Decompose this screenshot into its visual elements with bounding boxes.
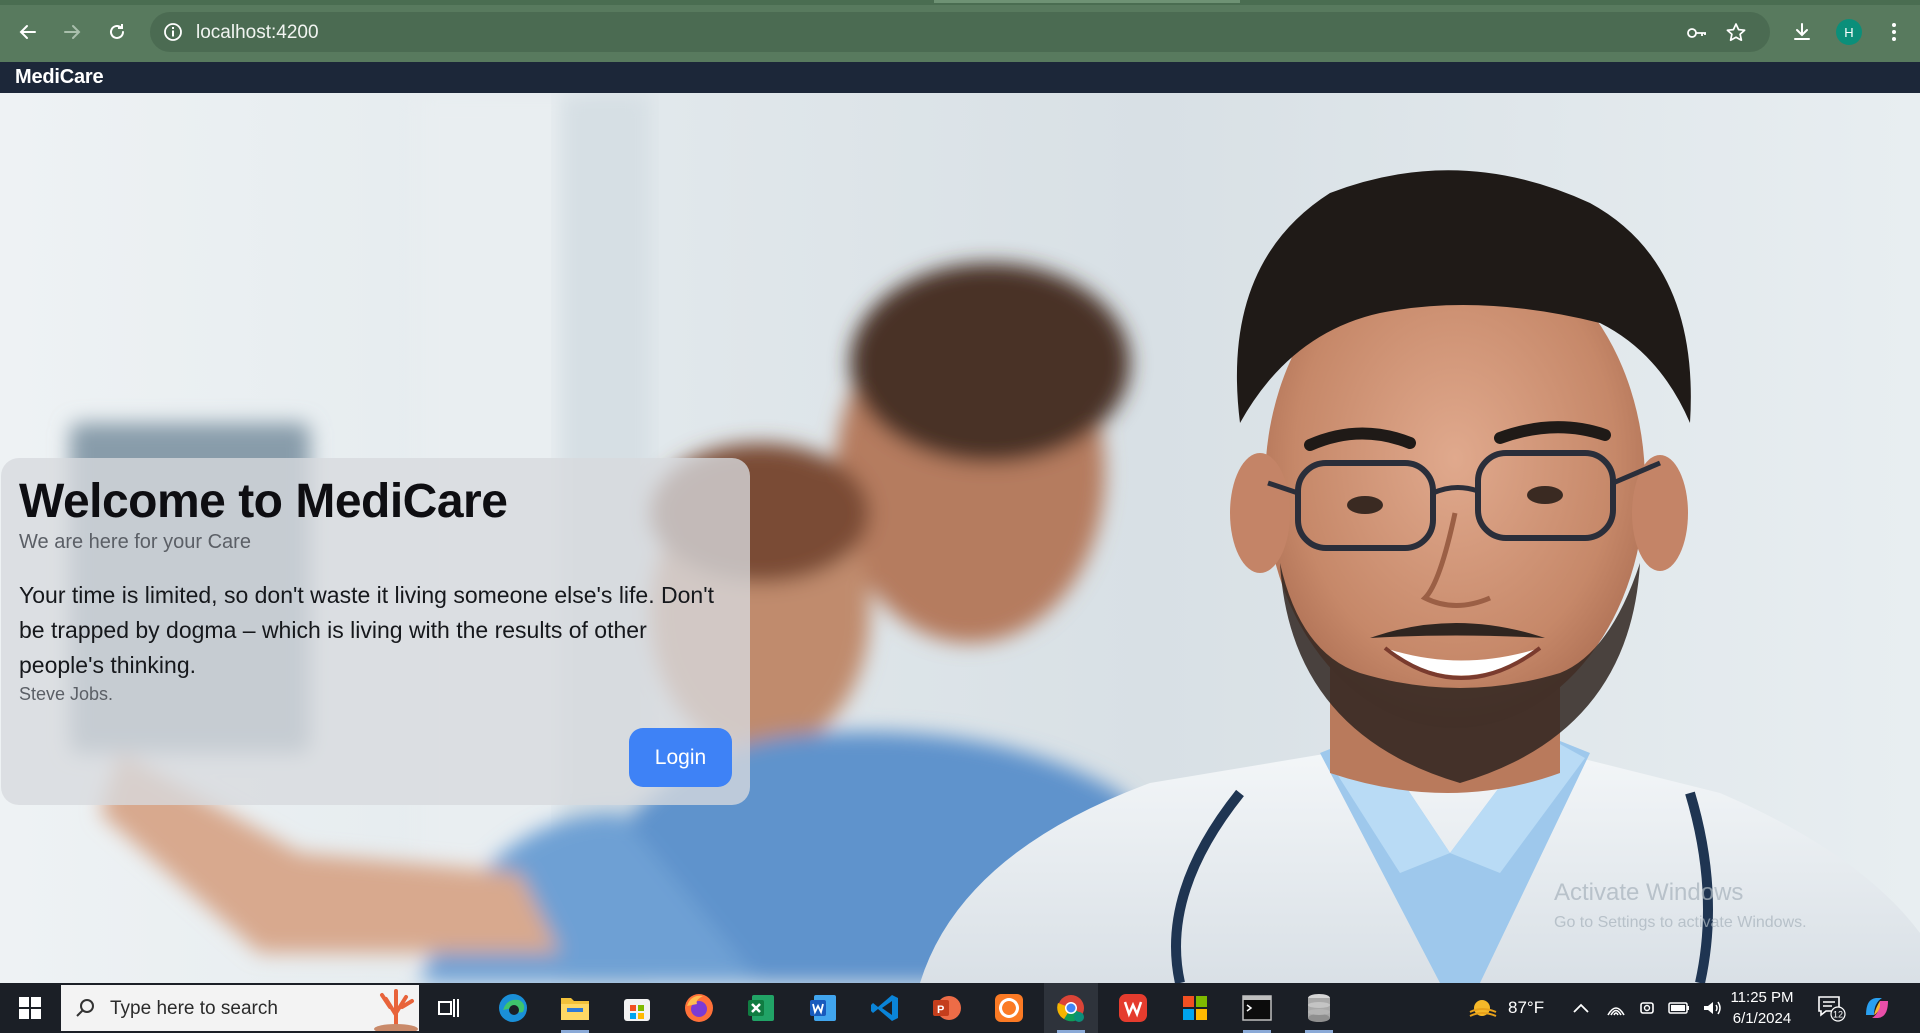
wps-office-icon (1119, 994, 1147, 1022)
weather-sun-icon (1469, 1000, 1497, 1017)
taskbar-search[interactable]: Type here to search (61, 985, 419, 1031)
password-key-icon[interactable] (1685, 21, 1709, 45)
site-info-icon[interactable] (162, 21, 184, 43)
database-icon (1308, 994, 1330, 1022)
notification-icon: 12 (1818, 996, 1846, 1022)
taskbar-xampp[interactable] (982, 983, 1036, 1033)
browser-toolbar: localhost:4200 H (0, 0, 1920, 62)
chrome-icon (1057, 995, 1084, 1022)
chevron-up-icon[interactable] (1572, 1002, 1590, 1014)
weather-widget[interactable]: 87°F (1468, 983, 1544, 1033)
volume-icon[interactable] (1702, 999, 1722, 1017)
firefox-icon (685, 994, 713, 1022)
search-highlight-coral-icon (374, 989, 418, 1031)
address-bar[interactable]: localhost:4200 (150, 12, 1770, 52)
notification-count: 12 (1833, 1010, 1843, 1020)
meet-now-icon[interactable] (1638, 999, 1656, 1017)
welcome-subtitle: We are here for your Care (19, 531, 251, 553)
notification-center-button[interactable]: 12 (1816, 983, 1846, 1033)
taskbar-clock[interactable]: 11:25 PM 6/1/2024 (1722, 987, 1802, 1029)
downloads-button[interactable] (1786, 16, 1818, 48)
taskbar-store[interactable] (610, 983, 664, 1033)
weather-temperature: 87°F (1508, 998, 1545, 1017)
bookmark-star-icon[interactable] (1724, 21, 1748, 45)
wifi-icon[interactable] (1606, 999, 1626, 1017)
taskbar-excel[interactable] (734, 983, 788, 1033)
start-button[interactable] (0, 983, 60, 1033)
quote-author: Steve Jobs. (19, 684, 114, 704)
search-placeholder[interactable]: Type here to search (110, 998, 278, 1020)
powerpoint-icon: P (933, 996, 961, 1020)
browser-menu-button[interactable] (1878, 16, 1910, 48)
profile-avatar[interactable]: H (1836, 19, 1862, 45)
xampp-icon (995, 994, 1023, 1022)
taskbar-wps[interactable] (1106, 983, 1160, 1033)
windows-logo-icon (19, 997, 41, 1019)
taskbar-firefox[interactable] (672, 983, 726, 1033)
clock-time: 11:25 PM (1730, 989, 1794, 1006)
activation-watermark-subtitle: Go to Settings to activate Windows. (1554, 914, 1807, 931)
copilot-icon (1866, 998, 1888, 1018)
excel-icon (748, 995, 774, 1021)
taskbar-word[interactable] (796, 983, 850, 1033)
reload-button[interactable] (101, 16, 133, 48)
hero-section: Welcome to MediCare We are here for your… (0, 93, 1920, 983)
folder-icon (561, 998, 589, 1020)
url-text[interactable]: localhost:4200 (196, 22, 319, 44)
back-icon (19, 25, 36, 39)
forward-button[interactable] (56, 16, 88, 48)
taskbar-office[interactable] (1168, 983, 1222, 1033)
taskbar-terminal[interactable] (1230, 983, 1284, 1033)
quote-text: Your time is limited, so don't waste it … (19, 582, 714, 678)
word-icon (810, 995, 836, 1021)
tray-icons (1572, 983, 1722, 1033)
taskbar-chrome[interactable] (1044, 983, 1098, 1033)
app-navbar: MediCare (0, 62, 1920, 93)
taskbar-task-view[interactable] (422, 983, 476, 1033)
terminal-icon (1242, 995, 1272, 1021)
brand-logo-text[interactable]: MediCare (15, 66, 104, 89)
welcome-card: Welcome to MediCare We are here for your… (1, 458, 750, 805)
clock-date: 6/1/2024 (1732, 1010, 1792, 1027)
taskbar-edge[interactable] (486, 983, 540, 1033)
taskbar-vscode[interactable] (858, 983, 912, 1033)
forward-icon (64, 25, 81, 39)
download-icon (1794, 23, 1810, 40)
windows-taskbar: Type here to search P 87°F 11:25 PM 6/1/… (0, 983, 1920, 1033)
reload-icon (110, 24, 124, 39)
activation-watermark-title: Activate Windows (1554, 879, 1744, 906)
login-button[interactable]: Login (629, 728, 732, 787)
task-view-icon (438, 999, 459, 1017)
battery-icon[interactable] (1668, 1001, 1690, 1015)
vscode-icon (871, 995, 898, 1021)
kebab-menu-icon (1892, 23, 1896, 41)
copilot-button[interactable] (1862, 983, 1892, 1033)
edge-icon (499, 994, 527, 1022)
taskbar-powerpoint[interactable]: P (920, 983, 974, 1033)
office-icon (1183, 996, 1207, 1020)
store-icon (624, 999, 650, 1021)
taskbar-file-explorer[interactable] (548, 983, 602, 1033)
back-button[interactable] (12, 16, 44, 48)
welcome-title: Welcome to MediCare (19, 475, 508, 528)
search-icon (76, 999, 94, 1017)
taskbar-database[interactable] (1292, 983, 1346, 1033)
tab-strip (0, 0, 1920, 5)
svg-text:P: P (937, 1004, 944, 1016)
